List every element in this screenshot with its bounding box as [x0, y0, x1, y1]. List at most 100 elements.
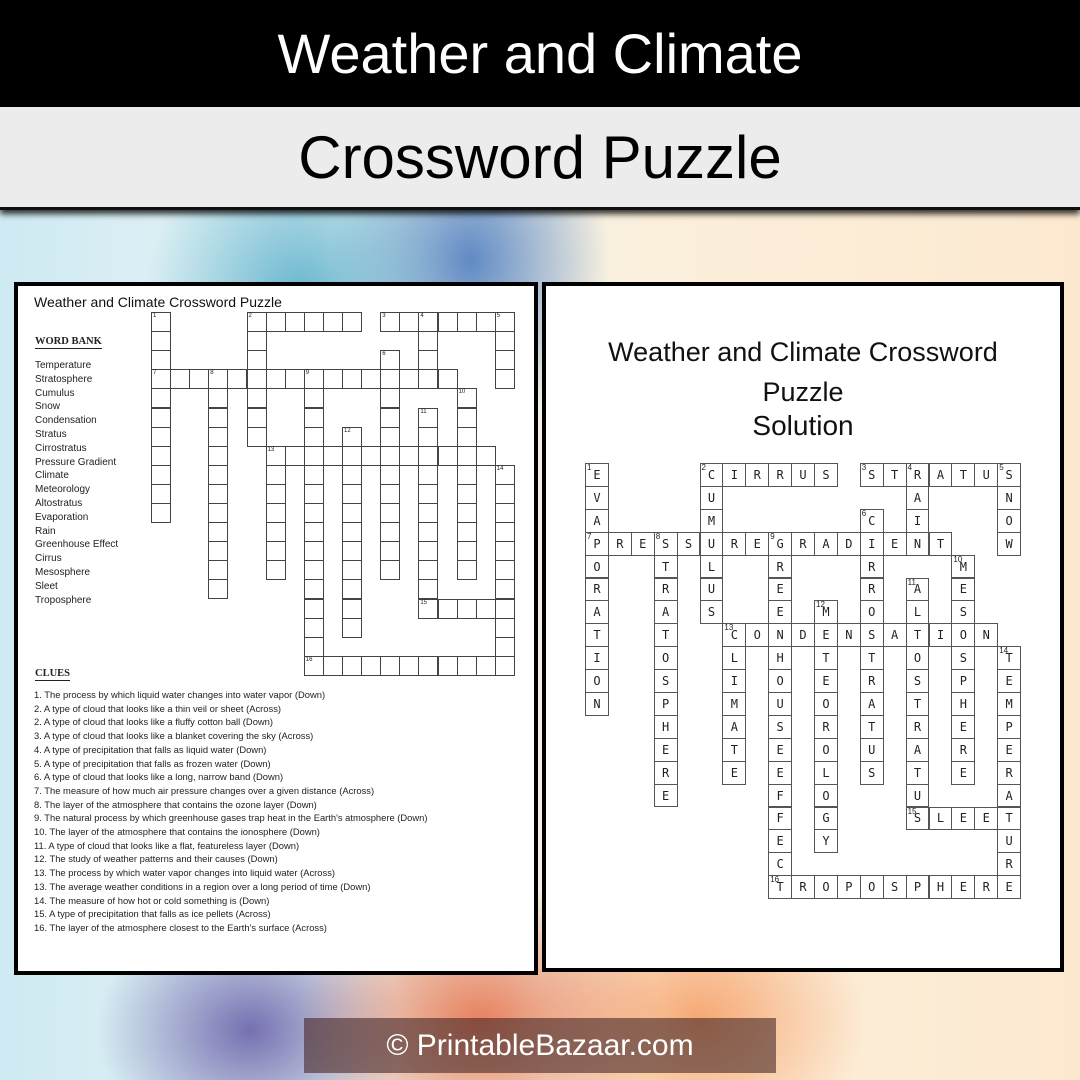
puzzle-cell[interactable]	[208, 426, 229, 447]
puzzle-cell[interactable]	[303, 503, 324, 524]
puzzle-cell[interactable]	[151, 331, 172, 352]
puzzle-cell[interactable]	[475, 655, 496, 676]
puzzle-cell[interactable]	[380, 388, 401, 409]
puzzle-cell[interactable]	[494, 483, 515, 504]
puzzle-cell[interactable]: 11	[418, 407, 439, 428]
puzzle-cell[interactable]	[380, 369, 401, 390]
puzzle-cell[interactable]	[303, 522, 324, 543]
puzzle-cell[interactable]	[361, 369, 382, 390]
puzzle-cell[interactable]	[342, 483, 363, 504]
puzzle-cell[interactable]	[342, 464, 363, 485]
puzzle-cell[interactable]	[208, 388, 229, 409]
puzzle-cell[interactable]	[303, 617, 324, 638]
puzzle-cell[interactable]	[494, 560, 515, 581]
puzzle-cell[interactable]	[380, 503, 401, 524]
puzzle-cell[interactable]: 5	[494, 312, 515, 333]
puzzle-cell[interactable]	[456, 560, 477, 581]
puzzle-cell[interactable]	[303, 598, 324, 619]
puzzle-cell[interactable]: 12	[342, 426, 363, 447]
puzzle-cell[interactable]	[246, 369, 267, 390]
puzzle-cell[interactable]	[303, 407, 324, 428]
puzzle-cell[interactable]	[437, 655, 458, 676]
puzzle-cell[interactable]	[494, 636, 515, 657]
puzzle-cell[interactable]	[380, 464, 401, 485]
puzzle-cell[interactable]	[246, 350, 267, 371]
puzzle-cell[interactable]	[246, 407, 267, 428]
puzzle-cell[interactable]	[361, 445, 382, 466]
puzzle-cell[interactable]	[265, 503, 286, 524]
puzzle-cell[interactable]	[418, 522, 439, 543]
puzzle-cell[interactable]	[456, 598, 477, 619]
puzzle-cell[interactable]	[380, 560, 401, 581]
puzzle-cell[interactable]	[342, 522, 363, 543]
puzzle-cell[interactable]	[456, 522, 477, 543]
puzzle-cell[interactable]	[284, 312, 305, 333]
puzzle-cell[interactable]: 14	[494, 464, 515, 485]
puzzle-cell[interactable]	[437, 312, 458, 333]
puzzle-cell[interactable]	[456, 464, 477, 485]
puzzle-cell[interactable]: 8	[208, 369, 229, 390]
puzzle-cell[interactable]	[380, 483, 401, 504]
puzzle-cell[interactable]	[418, 655, 439, 676]
puzzle-cell[interactable]	[456, 655, 477, 676]
puzzle-cell[interactable]	[456, 407, 477, 428]
puzzle-cell[interactable]: 7	[151, 369, 172, 390]
puzzle-cell[interactable]	[265, 369, 286, 390]
puzzle-cell[interactable]	[303, 579, 324, 600]
puzzle-cell[interactable]: 16	[303, 655, 324, 676]
puzzle-cell[interactable]	[322, 655, 343, 676]
puzzle-cell[interactable]	[494, 522, 515, 543]
puzzle-cell[interactable]	[475, 312, 496, 333]
puzzle-cell[interactable]	[475, 598, 496, 619]
puzzle-cell[interactable]	[494, 350, 515, 371]
puzzle-cell[interactable]	[342, 655, 363, 676]
puzzle-cell[interactable]	[208, 560, 229, 581]
puzzle-cell[interactable]	[418, 503, 439, 524]
puzzle-cell[interactable]	[208, 464, 229, 485]
puzzle-cell[interactable]	[456, 483, 477, 504]
puzzle-cell[interactable]	[342, 617, 363, 638]
puzzle-cell[interactable]	[418, 331, 439, 352]
puzzle-cell[interactable]	[361, 655, 382, 676]
puzzle-cell[interactable]	[456, 426, 477, 447]
puzzle-cell[interactable]	[437, 598, 458, 619]
puzzle-cell[interactable]	[303, 636, 324, 657]
puzzle-cell[interactable]	[494, 655, 515, 676]
puzzle-cell[interactable]	[494, 598, 515, 619]
puzzle-cell[interactable]	[437, 369, 458, 390]
puzzle-cell[interactable]	[380, 407, 401, 428]
puzzle-cell[interactable]	[208, 503, 229, 524]
puzzle-cell[interactable]	[303, 483, 324, 504]
puzzle-cell[interactable]	[303, 541, 324, 562]
puzzle-cell[interactable]	[399, 312, 420, 333]
puzzle-cell[interactable]	[437, 445, 458, 466]
puzzle-cell[interactable]	[380, 655, 401, 676]
puzzle-cell[interactable]	[151, 503, 172, 524]
puzzle-cell[interactable]	[342, 560, 363, 581]
puzzle-cell[interactable]	[399, 369, 420, 390]
puzzle-cell[interactable]	[151, 407, 172, 428]
puzzle-cell[interactable]	[418, 350, 439, 371]
puzzle-cell[interactable]	[265, 541, 286, 562]
puzzle-cell[interactable]	[494, 617, 515, 638]
puzzle-cell[interactable]	[303, 312, 324, 333]
puzzle-cell[interactable]	[380, 541, 401, 562]
puzzle-cell[interactable]	[265, 483, 286, 504]
puzzle-cell[interactable]	[418, 483, 439, 504]
puzzle-cell[interactable]	[418, 426, 439, 447]
puzzle-cell[interactable]	[208, 541, 229, 562]
puzzle-cell[interactable]: 6	[380, 350, 401, 371]
puzzle-cell[interactable]	[208, 445, 229, 466]
puzzle-cell[interactable]	[227, 369, 248, 390]
puzzle-cell[interactable]	[208, 522, 229, 543]
puzzle-cell[interactable]	[170, 369, 191, 390]
puzzle-cell[interactable]	[265, 560, 286, 581]
puzzle-cell[interactable]	[265, 522, 286, 543]
puzzle-cell[interactable]	[418, 541, 439, 562]
puzzle-cell[interactable]	[151, 445, 172, 466]
puzzle-cell[interactable]	[284, 369, 305, 390]
puzzle-cell[interactable]	[456, 503, 477, 524]
puzzle-cell[interactable]: 4	[418, 312, 439, 333]
puzzle-cell[interactable]	[418, 445, 439, 466]
puzzle-cell[interactable]	[494, 331, 515, 352]
